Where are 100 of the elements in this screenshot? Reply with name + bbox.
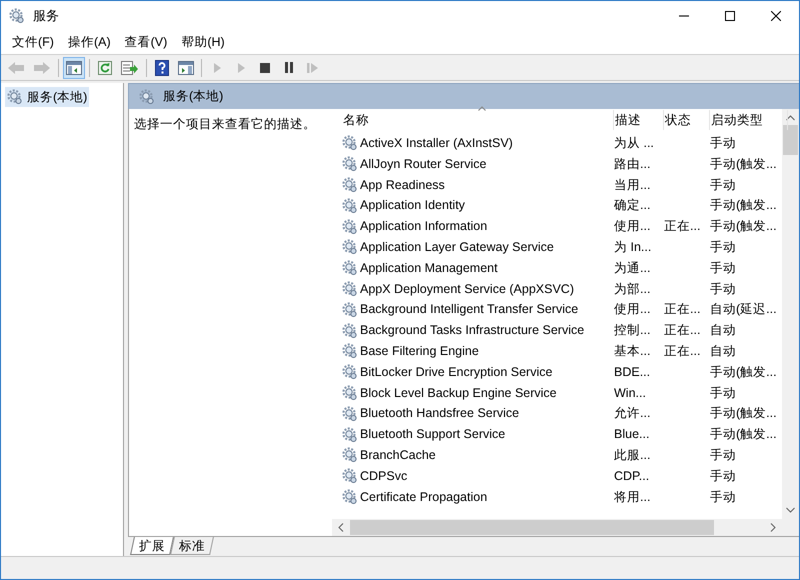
table-cell-text: BDE... xyxy=(614,364,650,381)
console-tree-icon xyxy=(66,60,82,74)
column-header[interactable]: 描述 xyxy=(614,110,664,130)
service-icon xyxy=(342,488,358,505)
table-cell-text: Bluetooth Support Service xyxy=(360,426,506,444)
service-icon xyxy=(342,198,358,214)
service-icon xyxy=(342,343,358,360)
export-list-icon xyxy=(121,60,139,74)
play-icon xyxy=(236,62,246,74)
table-row[interactable]: App Readiness 当用... 手动 xyxy=(332,174,782,196)
table-cell-text: 为通... xyxy=(614,260,650,277)
scroll-right-icon xyxy=(770,523,776,532)
gear-icon xyxy=(7,89,23,105)
table-cell-text: 手动 xyxy=(710,446,736,464)
service-icon xyxy=(342,156,358,172)
scrollbar-thumb[interactable] xyxy=(783,125,798,155)
table-cell-text: 使用... xyxy=(614,301,650,318)
play-icon xyxy=(212,62,222,74)
table-row[interactable]: Background Tasks Infrastructure Service 控制... 正在... 自动 xyxy=(332,320,782,341)
table-row[interactable]: CDPSvc CDP... 手动 xyxy=(332,466,782,487)
menu-item[interactable]: 帮助(H) xyxy=(174,33,232,52)
menu-item[interactable]: 文件(F) xyxy=(5,33,61,52)
menu-item[interactable]: 操作(A) xyxy=(60,33,118,52)
table-cell-text: 手动(触发... xyxy=(710,218,777,236)
table-cell-text: 手动 xyxy=(710,384,736,402)
stop-icon xyxy=(260,62,270,72)
service-icon xyxy=(342,322,358,339)
service-icon xyxy=(342,468,358,484)
refresh-icon xyxy=(98,60,112,74)
table-row[interactable]: ActiveX Installer (AxInstSV) 为从 ... 手动 xyxy=(332,133,782,154)
table-cell-text: 手动 xyxy=(710,488,736,506)
scrollbar-thumb[interactable] xyxy=(350,520,714,535)
table-cell-text: 基本... xyxy=(614,342,650,360)
table-cell-text: Application Information xyxy=(360,218,488,236)
menu-item[interactable]: 查看(V) xyxy=(118,33,174,52)
table-row[interactable]: Bluetooth Support Service Blue... 手动(触发... xyxy=(332,424,782,445)
table-cell-text: Block Level Backup Engine Service xyxy=(360,384,557,402)
toolbar-button[interactable] xyxy=(63,56,85,78)
service-icon xyxy=(342,447,358,464)
table-row[interactable]: Application Identity 确定... 手动(触发... xyxy=(332,195,782,216)
table-cell-text: 为从 ... xyxy=(614,135,654,152)
back-arrow-icon xyxy=(7,60,25,74)
table-row[interactable]: Block Level Backup Engine Service Win... 手动 xyxy=(332,382,782,404)
table-row[interactable]: Base Filtering Engine 基本... 正在... 自动 xyxy=(332,340,782,362)
table-cell-text: Certificate Propagation xyxy=(360,488,488,506)
table-row[interactable]: BranchCache 此服... 手动 xyxy=(332,444,782,466)
table-cell-text: App Readiness xyxy=(360,176,445,194)
horizontal-scrollbar[interactable] xyxy=(332,519,799,536)
table-cell-text: Base Filtering Engine xyxy=(360,342,479,360)
scroll-up-icon xyxy=(786,115,795,121)
table-row[interactable]: Bluetooth Handsfree Service 允许... 手动(触发... xyxy=(332,403,782,424)
table-cell-text: 手动(触发... xyxy=(710,197,777,214)
description-text: 选择一个项目来查看它的描述。 xyxy=(134,117,316,131)
service-icon xyxy=(342,260,358,276)
view-tab[interactable]: 标准 xyxy=(170,537,214,555)
action-pane-icon xyxy=(178,60,194,74)
table-cell-text: 手动 xyxy=(710,280,736,298)
table-cell-text: 手动 xyxy=(710,176,736,194)
table-row[interactable]: Application Management 为通... 手动 xyxy=(332,258,782,279)
column-header[interactable]: 状态 xyxy=(664,110,710,130)
table-cell-text: 将用... xyxy=(614,488,650,506)
service-icon xyxy=(342,218,358,235)
table-row[interactable]: Certificate Propagation 将用... 手动 xyxy=(332,486,782,508)
table-row[interactable]: Application Layer Gateway Service 为 In... 手动 xyxy=(332,236,782,258)
table-row[interactable]: AppX Deployment Service (AppXSVC) 为部... 手动 xyxy=(332,278,782,300)
service-icon xyxy=(342,364,358,380)
table-cell-text: 确定... xyxy=(614,197,650,214)
panel-title: 服务(本地) xyxy=(163,88,224,106)
service-icon xyxy=(342,426,358,443)
forward-arrow-icon xyxy=(33,60,51,74)
table-cell-text: 当用... xyxy=(614,176,650,194)
service-icon xyxy=(342,280,358,297)
vertical-scrollbar[interactable] xyxy=(782,109,799,519)
table-cell-text: 路由... xyxy=(614,156,650,173)
table-cell-text: Background Intelligent Transfer Service xyxy=(360,301,578,318)
table-cell-text: 正在... xyxy=(664,301,700,318)
column-header[interactable]: 名称 xyxy=(342,110,614,130)
table-row[interactable]: Application Information 使用... 正在... 手动(触发... xyxy=(332,216,782,237)
table-cell-text: 手动(触发... xyxy=(710,405,777,422)
services-icon xyxy=(9,8,25,24)
tree-item[interactable]: 服务(本地) xyxy=(5,87,90,107)
table-cell-text: 自动 xyxy=(710,342,736,360)
service-icon xyxy=(342,302,358,318)
table-cell-text: Win... xyxy=(614,384,646,402)
table-cell-text: CDPSvc xyxy=(360,468,408,485)
table-cell-text: 手动(触发... xyxy=(710,364,777,381)
table-row[interactable]: Background Intelligent Transfer Service 使用... 正在... 自动(延迟... xyxy=(332,299,782,320)
table-row[interactable]: BitLocker Drive Encryption Service BDE... 手动(触发... xyxy=(332,362,782,383)
table-cell-text: 为 In... xyxy=(614,239,652,256)
scroll-left-icon xyxy=(338,523,344,532)
help-icon xyxy=(155,60,169,76)
table-cell-text: Application Layer Gateway Service xyxy=(360,239,554,256)
table-cell-text: 手动(触发... xyxy=(710,156,777,173)
table-row[interactable]: AllJoyn Router Service 路由... 手动(触发... xyxy=(332,154,782,175)
window-title: 服务 xyxy=(33,7,59,26)
scroll-down-icon xyxy=(786,507,795,513)
table-cell-text: 手动 xyxy=(710,239,736,256)
table-cell-text: 控制... xyxy=(614,322,650,340)
table-cell-text: 自动 xyxy=(710,322,736,340)
view-tab[interactable]: 扩展 xyxy=(130,537,174,555)
